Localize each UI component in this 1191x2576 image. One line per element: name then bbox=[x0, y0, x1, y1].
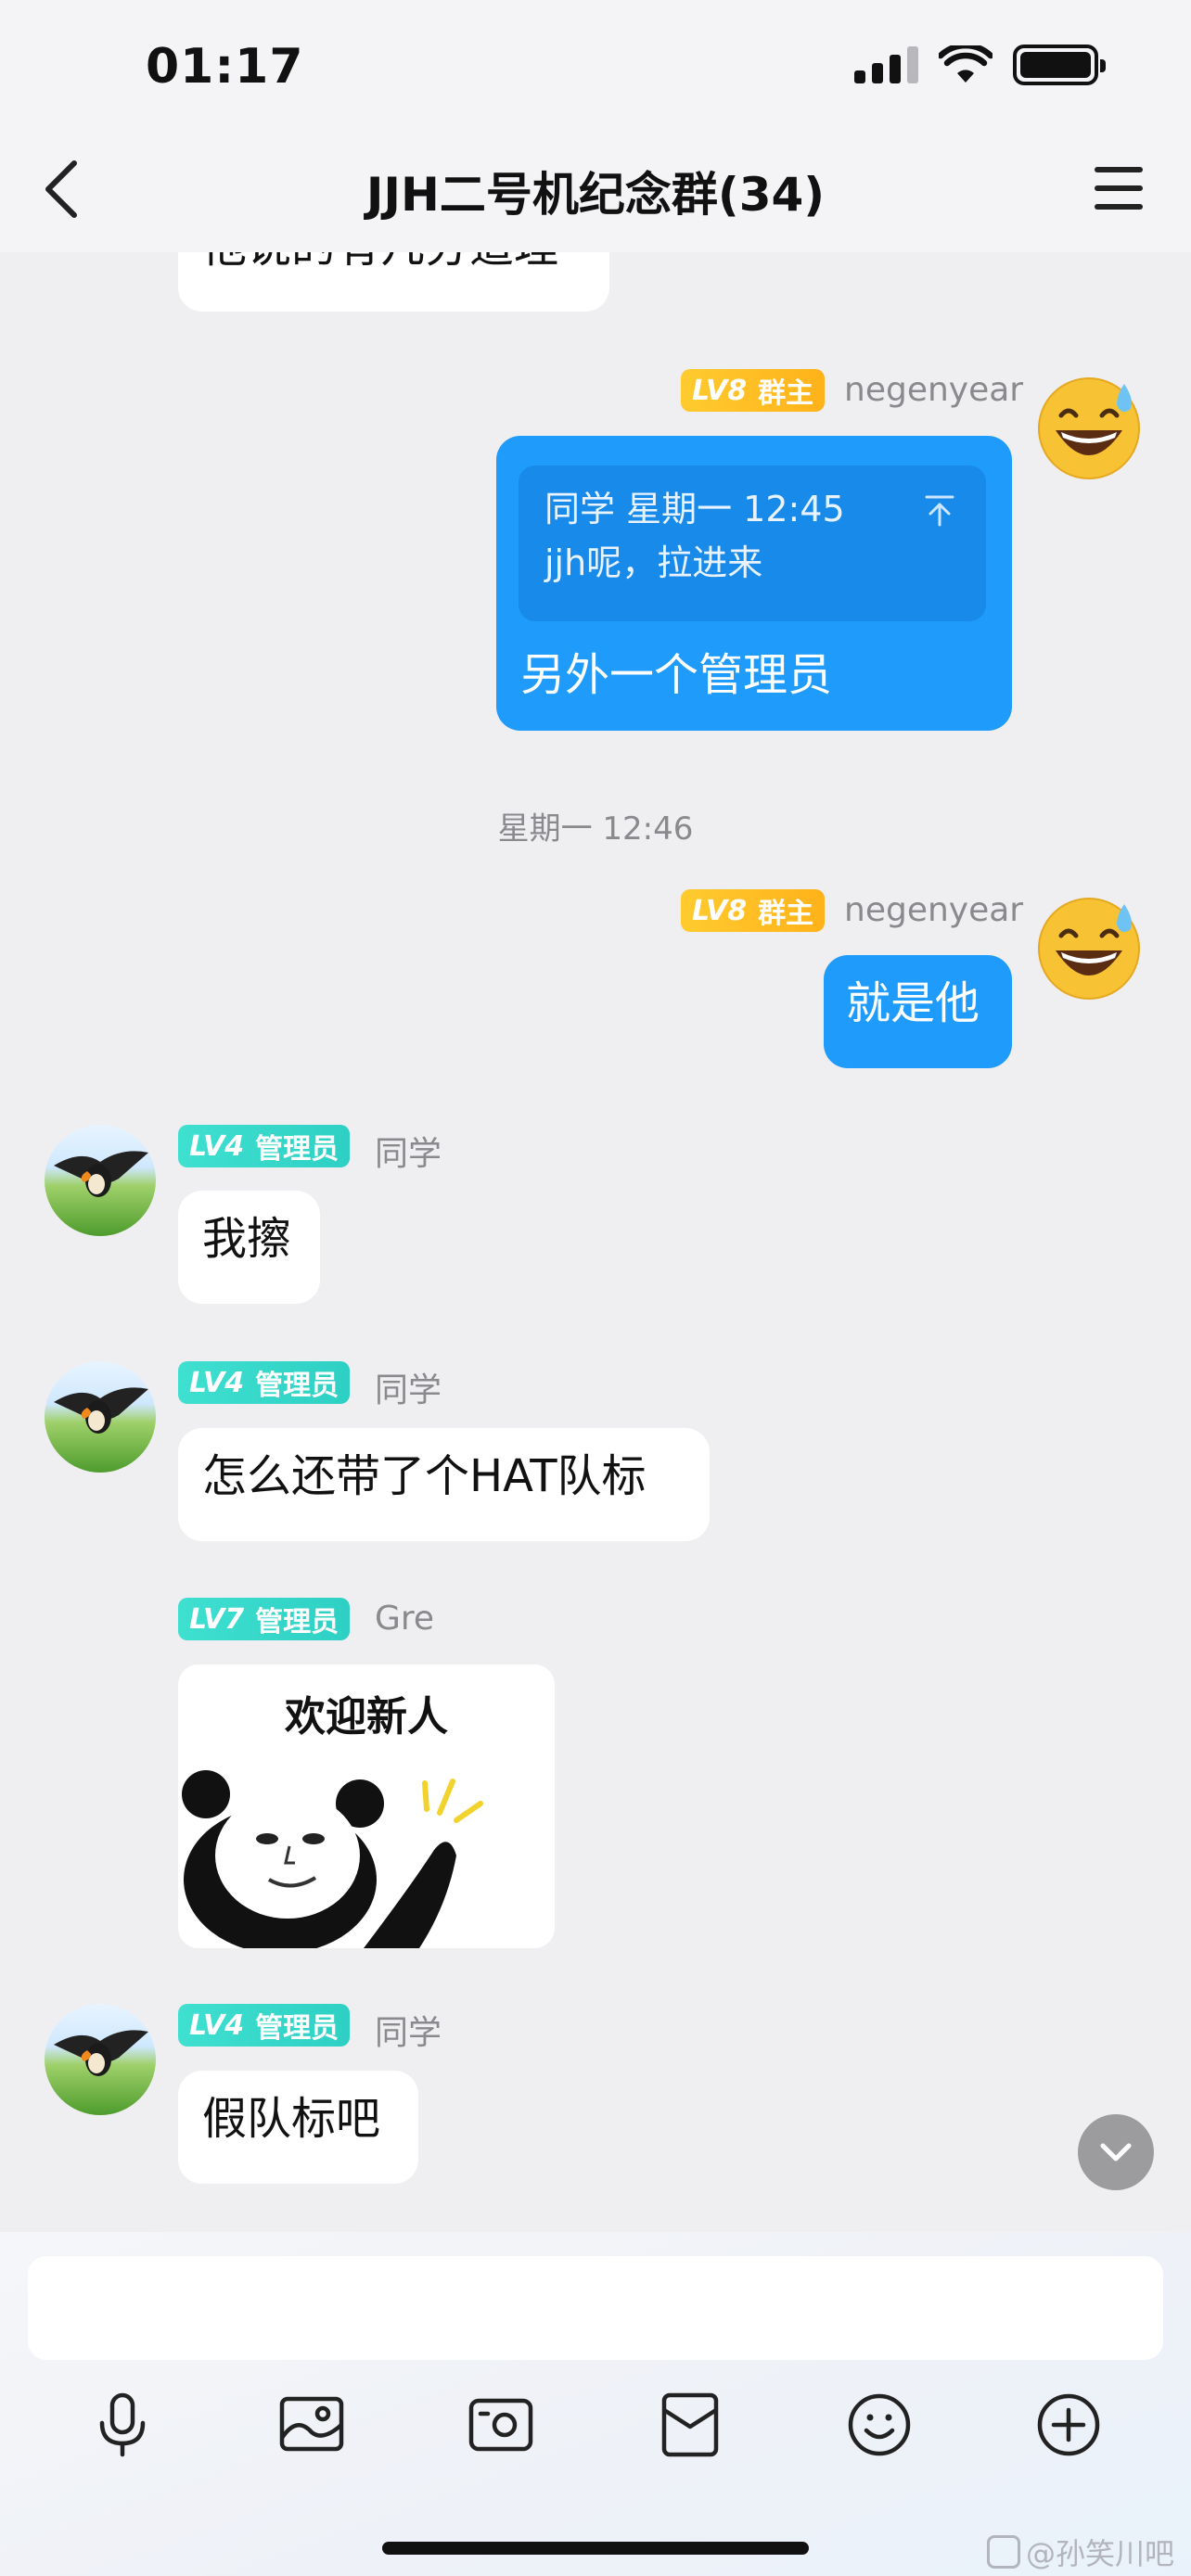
watermark: @孙笑川吧 bbox=[986, 2531, 1174, 2573]
quoted-text: jjh呢，拉进来 bbox=[544, 542, 763, 583]
message-text: 另外一个管理员 bbox=[520, 649, 833, 701]
sender-name[interactable]: negenyear bbox=[844, 371, 1023, 409]
message-text: 假队标吧 bbox=[202, 2093, 381, 2145]
message-bubble[interactable]: 怎么还带了个HAT队标 bbox=[178, 1428, 710, 1541]
timestamp: 星期一 12:46 bbox=[497, 810, 694, 848]
avatar[interactable] bbox=[1033, 371, 1145, 482]
message-bubble[interactable]: 我擦 bbox=[178, 1191, 320, 1304]
group-title[interactable]: JJH二号机纪念群(34) bbox=[0, 158, 1191, 224]
message-bubble[interactable]: 就是他 bbox=[824, 955, 1012, 1068]
input-toolbar bbox=[0, 2390, 1191, 2482]
avatar[interactable] bbox=[45, 2004, 156, 2115]
level-badge: LV8 群主 bbox=[681, 889, 826, 932]
message-bubble-partial[interactable]: 他说的有几分道理 bbox=[178, 252, 609, 312]
message-text: 他说的有几分道理 bbox=[202, 252, 558, 273]
level-badge: LV4 管理员 bbox=[178, 2004, 351, 2047]
sender-name[interactable]: negenyear bbox=[844, 891, 1023, 929]
avatar[interactable] bbox=[1033, 891, 1145, 1002]
plus-icon[interactable] bbox=[1033, 2390, 1104, 2460]
sticker-message[interactable]: 欢迎新人 bbox=[178, 1664, 555, 1948]
image-icon[interactable] bbox=[276, 2390, 347, 2460]
emoji-icon[interactable] bbox=[844, 2390, 915, 2460]
scroll-to-bottom-button[interactable] bbox=[1078, 2114, 1154, 2190]
jump-to-quote-icon[interactable] bbox=[923, 493, 956, 527]
message-bubble[interactable]: 假队标吧 bbox=[178, 2071, 418, 2184]
sender-name[interactable]: 同学 bbox=[375, 1127, 442, 1175]
bird-avatar-icon bbox=[54, 1387, 148, 1434]
panda-sticker-icon bbox=[182, 1770, 483, 1948]
level-badge: LV4 管理员 bbox=[178, 1125, 351, 1167]
home-indicator[interactable] bbox=[382, 2542, 809, 2555]
message-text: 我擦 bbox=[202, 1213, 292, 1265]
bird-avatar-icon bbox=[54, 2030, 148, 2076]
message-input[interactable] bbox=[28, 2256, 1163, 2360]
message-text: 就是他 bbox=[846, 977, 980, 1029]
quote-reply-bubble[interactable]: 同学 星期一 12:45 jjh呢，拉进来 另外一个管理员 bbox=[496, 436, 1012, 731]
message-list[interactable]: 他说的有几分道理 LV8群主 negenyear 同学 星期一 12:45 jj… bbox=[0, 252, 1191, 2232]
status-icons bbox=[854, 45, 1106, 85]
level-badge: LV4 管理员 bbox=[178, 1361, 351, 1404]
level-badge: LV8 群主 bbox=[681, 369, 826, 412]
menu-icon[interactable] bbox=[1095, 167, 1143, 210]
wifi-icon bbox=[939, 45, 992, 83]
quoted-meta: 同学 星期一 12:45 bbox=[544, 489, 845, 529]
sender-name[interactable]: 同学 bbox=[375, 2006, 442, 2054]
camera-icon[interactable] bbox=[466, 2390, 536, 2460]
status-time: 01:17 bbox=[146, 39, 304, 95]
avatar[interactable] bbox=[45, 1125, 156, 1236]
grinning-sweat-emoji-icon bbox=[1038, 377, 1140, 479]
input-panel: @孙笑川吧 bbox=[0, 2232, 1191, 2576]
grinning-sweat-emoji-icon bbox=[1038, 898, 1140, 1000]
chevron-down-icon bbox=[1100, 2143, 1132, 2162]
quoted-message[interactable]: 同学 星期一 12:45 jjh呢，拉进来 bbox=[519, 465, 986, 621]
level-badge: LV7 管理员 bbox=[178, 1598, 351, 1640]
red-packet-icon[interactable] bbox=[655, 2390, 725, 2460]
microphone-icon[interactable] bbox=[87, 2390, 158, 2460]
bird-avatar-icon bbox=[54, 1151, 148, 1197]
sender-name[interactable]: 同学 bbox=[375, 1363, 442, 1411]
chat-screen: 01:17 JJH二号机纪念群(34) LV8 群主 negenyear 同学 … bbox=[0, 0, 1191, 2576]
battery-icon bbox=[1013, 45, 1106, 85]
message-text: 怎么还带了个HAT队标 bbox=[202, 1450, 647, 1502]
cellular-signal-icon bbox=[854, 46, 918, 83]
sender-name[interactable]: Gre bbox=[375, 1600, 434, 1638]
header-bar: 01:17 JJH二号机纪念群(34) bbox=[0, 0, 1191, 252]
avatar[interactable] bbox=[45, 1361, 156, 1473]
